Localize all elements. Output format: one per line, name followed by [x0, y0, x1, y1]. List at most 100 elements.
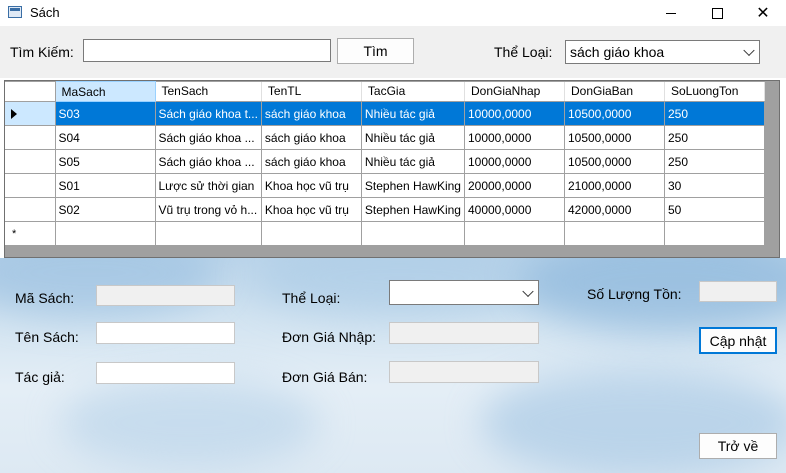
cell-dongianhap[interactable]: 40000,0000 [464, 197, 565, 222]
cell-tentl[interactable]: sách giáo khoa [261, 101, 362, 126]
tac-gia-label: Tác giả: [15, 369, 65, 385]
the-loai-select[interactable] [389, 280, 539, 305]
cell-dongiaban[interactable]: 42000,0000 [564, 197, 665, 222]
cell-soluongton[interactable]: 250 [664, 125, 765, 150]
books-grid[interactable]: MaSach TenSach TenTL TacGia DonGiaNhap D… [4, 80, 780, 258]
column-header-dongiaban[interactable]: DonGiaBan [564, 81, 665, 102]
table-row[interactable]: S01 Lược sử thời gian Khoa học vũ trụ St… [5, 173, 765, 198]
maximize-icon [711, 7, 723, 19]
minimize-icon [666, 12, 676, 14]
so-luong-ton-label: Số Lượng Tồn: [587, 286, 682, 302]
cell-tensach[interactable]: Sách giáo khoa t... [155, 101, 262, 126]
cell-new[interactable] [464, 221, 565, 246]
cell-dongianhap[interactable]: 10000,0000 [464, 125, 565, 150]
chevron-down-icon [743, 44, 755, 57]
search-button[interactable]: Tìm [337, 38, 414, 64]
table-row[interactable]: S02 Vũ trụ trong vỏ h... Khoa học vũ trụ… [5, 197, 765, 222]
back-button[interactable]: Trở về [699, 433, 777, 459]
cell-masach[interactable]: S02 [55, 197, 156, 222]
cell-masach[interactable]: S03 [55, 101, 156, 126]
cell-tentl[interactable]: sách giáo khoa [261, 125, 362, 150]
cell-new[interactable] [261, 221, 362, 246]
column-header-soluongton[interactable]: SoLuongTon [664, 81, 765, 102]
cell-masach[interactable]: S01 [55, 173, 156, 198]
search-input[interactable] [83, 39, 331, 62]
column-header-masach[interactable]: MaSach [54, 81, 156, 102]
new-row-marker: * [12, 228, 17, 240]
so-luong-ton-input[interactable] [699, 281, 777, 302]
cell-tacgia[interactable]: Nhiều tác giả [361, 101, 465, 126]
the-loai-label: Thể Loại: [282, 290, 341, 306]
column-header-dongianhap[interactable]: DonGiaNhap [464, 81, 565, 102]
maximize-button[interactable] [694, 0, 740, 26]
table-row[interactable]: S03 Sách giáo khoa t... sách giáo khoa N… [5, 101, 765, 126]
app-icon [8, 6, 22, 18]
don-gia-nhap-input[interactable] [389, 322, 539, 344]
cell-dongiaban[interactable]: 10500,0000 [564, 125, 665, 150]
row-header-corner [5, 81, 56, 102]
row-header[interactable] [5, 101, 56, 126]
new-row[interactable]: * [5, 221, 765, 246]
cell-new[interactable] [155, 221, 262, 246]
search-bar: Tìm Kiếm: Tìm Thể Loại: sách giáo khoa [0, 26, 786, 78]
cell-tensach[interactable]: Sách giáo khoa ... [155, 149, 262, 174]
cell-dongianhap[interactable]: 10000,0000 [464, 101, 565, 126]
cell-dongiaban[interactable]: 21000,0000 [564, 173, 665, 198]
chevron-down-icon [522, 285, 534, 297]
cell-new[interactable] [55, 221, 156, 246]
minimize-button[interactable] [648, 0, 694, 26]
cell-new[interactable] [664, 221, 765, 246]
cell-tacgia[interactable]: Nhiều tác giả [361, 125, 465, 150]
cell-masach[interactable]: S05 [55, 149, 156, 174]
column-header-tacgia[interactable]: TacGia [361, 81, 465, 102]
cell-tensach[interactable]: Lược sử thời gian [155, 173, 262, 198]
category-filter-label: Thể Loại: [494, 44, 553, 60]
don-gia-nhap-label: Đơn Giá Nhập: [282, 329, 377, 345]
don-gia-ban-input[interactable] [389, 361, 539, 383]
cell-masach[interactable]: S04 [55, 125, 156, 150]
don-gia-ban-label: Đơn Giá Bán: [282, 369, 368, 385]
cell-new[interactable] [361, 221, 465, 246]
cell-dongianhap[interactable]: 20000,0000 [464, 173, 565, 198]
row-header[interactable] [5, 149, 56, 174]
close-button[interactable]: ✕ [740, 0, 786, 26]
cell-dongianhap[interactable]: 10000,0000 [464, 149, 565, 174]
row-header[interactable]: * [5, 221, 56, 246]
cell-dongiaban[interactable]: 10500,0000 [564, 101, 665, 126]
cell-tacgia[interactable]: Stephen HawKing [361, 197, 465, 222]
cell-tentl[interactable]: Khoa học vũ trụ [261, 197, 362, 222]
table-row[interactable]: S04 Sách giáo khoa ... sách giáo khoa Nh… [5, 125, 765, 150]
cell-dongiaban[interactable]: 10500,0000 [564, 149, 665, 174]
table-row[interactable]: S05 Sách giáo khoa ... sách giáo khoa Nh… [5, 149, 765, 174]
cell-soluongton[interactable]: 250 [664, 149, 765, 174]
close-icon: ✕ [756, 5, 770, 22]
cell-soluongton[interactable]: 30 [664, 173, 765, 198]
cell-new[interactable] [564, 221, 665, 246]
cell-tensach[interactable]: Sách giáo khoa ... [155, 125, 262, 150]
cell-soluongton[interactable]: 250 [664, 101, 765, 126]
cell-tentl[interactable]: sách giáo khoa [261, 149, 362, 174]
row-header[interactable] [5, 197, 56, 222]
cell-tacgia[interactable]: Nhiều tác giả [361, 149, 465, 174]
search-label: Tìm Kiếm: [10, 44, 74, 60]
ten-sach-input[interactable] [96, 322, 235, 344]
tac-gia-input[interactable] [96, 362, 235, 384]
ma-sach-label: Mã Sách: [15, 290, 75, 306]
row-header[interactable] [5, 125, 56, 150]
cell-tensach[interactable]: Vũ trụ trong vỏ h... [155, 197, 262, 222]
cell-tentl[interactable]: Khoa học vũ trụ [261, 173, 362, 198]
cell-soluongton[interactable]: 50 [664, 197, 765, 222]
category-filter-select[interactable]: sách giáo khoa [565, 40, 760, 64]
title-bar: Sách ✕ [0, 0, 786, 26]
update-button[interactable]: Cập nhật [699, 327, 777, 354]
ma-sach-input[interactable] [96, 285, 235, 306]
column-header-tentl[interactable]: TenTL [261, 81, 362, 102]
ten-sach-label: Tên Sách: [15, 329, 79, 345]
column-header-tensach[interactable]: TenSach [155, 81, 262, 102]
row-header[interactable] [5, 173, 56, 198]
header-row: MaSach TenSach TenTL TacGia DonGiaNhap D… [5, 81, 765, 102]
cell-tacgia[interactable]: Stephen HawKing [361, 173, 465, 198]
current-row-icon [11, 109, 17, 119]
category-filter-value: sách giáo khoa [570, 44, 665, 60]
books-table: MaSach TenSach TenTL TacGia DonGiaNhap D… [5, 81, 765, 246]
